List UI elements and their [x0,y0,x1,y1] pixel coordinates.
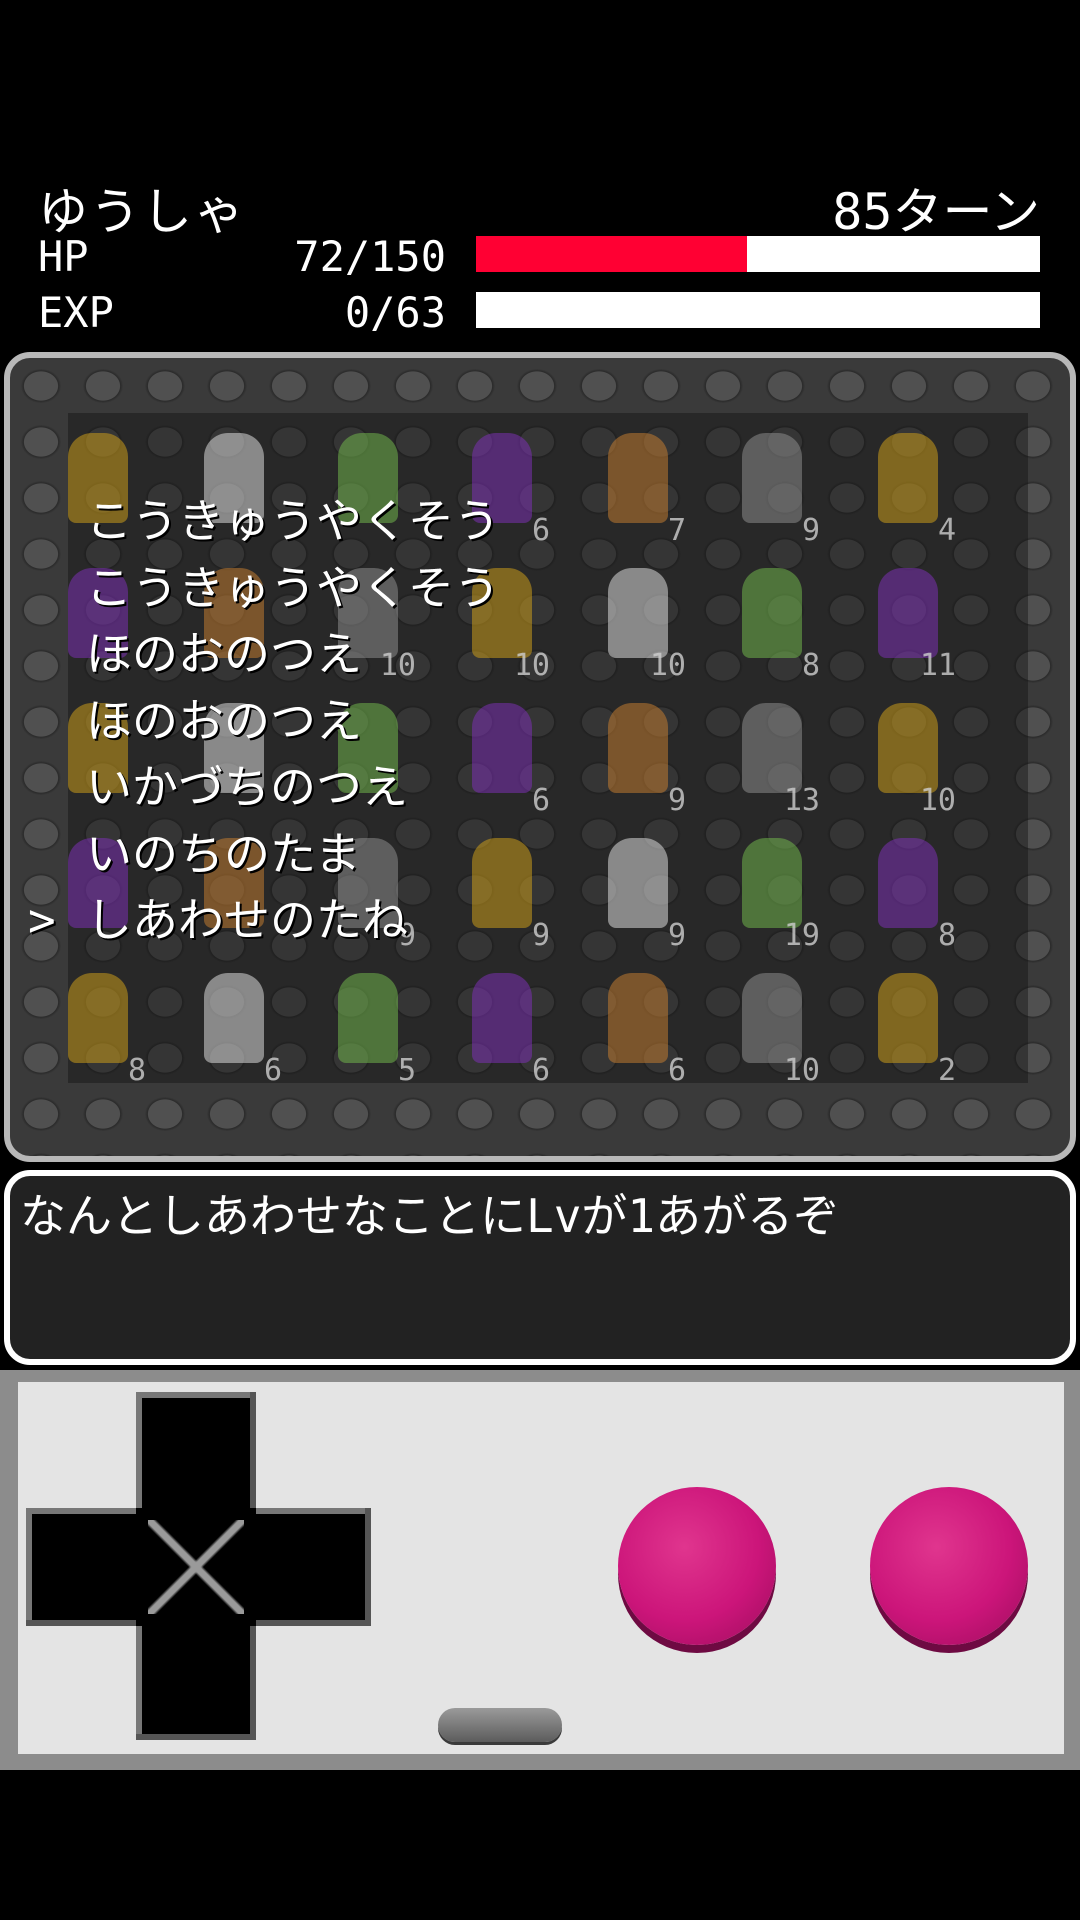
menu-item-label: いのちのたま [86,826,361,881]
monster-body-icon [68,973,128,1063]
dpad-center-cross-icon [148,1520,244,1614]
monster-level: 10 [513,648,550,683]
monster-level: 9 [531,918,550,953]
exp-bar [476,292,1040,328]
monster-level: 6 [531,783,550,818]
menu-item-label: ほのおのつえ [86,693,362,748]
monster-body-icon [338,973,398,1063]
monster-level: 8 [801,648,820,683]
monster-sprite: 5 [308,958,428,1088]
monster-sprite: 6 [174,958,294,1088]
monster-sprite: 10 [848,688,968,818]
exp-label: EXP [38,288,114,337]
monster-body-icon [878,433,938,523]
a-button[interactable] [870,1487,1028,1645]
monster-sprite: 6 [578,958,698,1088]
monster-level: 8 [127,1053,146,1088]
monster-level: 5 [397,1053,416,1088]
monster-level: 6 [531,513,550,548]
hp-bar [476,236,1040,272]
menu-item-label: こうきゅうやくそう [86,560,500,615]
monster-body-icon [204,973,264,1063]
select-button[interactable] [438,1708,562,1742]
menu-item[interactable]: ほのおのつえ [28,621,500,688]
monster-body-icon [878,703,938,793]
menu-item-label: しあわせのたね [86,893,408,947]
b-button[interactable] [618,1487,776,1645]
monster-sprite: 8 [38,958,158,1088]
monster-level: 6 [531,1053,550,1088]
monster-sprite: 7 [578,418,698,548]
monster-body-icon [878,838,938,928]
menu-item[interactable]: ほのおのつえ [28,688,500,755]
monster-level: 8 [937,918,956,953]
monster-body-icon [742,838,802,928]
monster-sprite: 10 [712,958,832,1088]
status-panel: ゆうしゃ 85ターン HP 72/150 EXP 0/63 [0,160,1080,350]
monster-body-icon [742,973,802,1063]
hp-value: 72/150 [294,232,446,281]
turn-counter: 85ターン [832,183,1040,241]
monster-body-icon [608,703,668,793]
monster-level: 9 [801,513,820,548]
menu-item-label: ほのおのつえ [86,627,362,681]
monster-sprite: 10 [578,553,698,683]
monster-level: 9 [667,783,686,818]
hp-bar-fill [476,236,747,272]
menu-item[interactable]: > しあわせのたね [28,887,500,954]
monster-sprite: 4 [848,418,968,548]
monster-level: 9 [667,918,686,953]
monster-sprite: 9 [578,823,698,953]
monster-body-icon [608,838,668,928]
monster-level: 11 [919,648,956,683]
exp-value: 0/63 [344,288,446,337]
monster-body-icon [472,973,532,1063]
monster-level: 7 [667,513,686,548]
menu-item-label: こうきゅうやくそう [86,494,500,548]
message-text: なんとしあわせなことにLvが1あがるぞ [20,1189,840,1243]
monster-sprite: 8 [848,823,968,953]
monster-level: 6 [263,1053,282,1088]
cursor-icon: > [28,893,56,947]
monster-sprite: 11 [848,553,968,683]
monster-body-icon [608,568,668,658]
monster-body-icon [608,973,668,1063]
monster-body-icon [878,973,938,1063]
monster-sprite: 9 [578,688,698,818]
monster-sprite: 2 [848,958,968,1088]
monster-body-icon [742,703,802,793]
monster-level: 19 [783,918,820,953]
menu-item-label: いかづちのつえ [86,760,408,814]
monster-level: 6 [667,1053,686,1088]
monster-body-icon [742,433,802,523]
menu-item[interactable]: こうきゅうやくそう [28,555,500,622]
monster-sprite: 19 [712,823,832,953]
monster-sprite: 13 [712,688,832,818]
menu-item[interactable]: いのちのたま [28,821,500,888]
monster-level: 2 [937,1053,956,1088]
monster-level: 10 [649,648,686,683]
inventory-menu: こうきゅうやくそう こうきゅうやくそう ほのおのつえ ほのおのつえ いかづちのつえ いのち… [28,488,500,954]
monster-sprite: 8 [712,553,832,683]
monster-body-icon [608,433,668,523]
menu-item[interactable]: こうきゅうやくそう [28,488,500,555]
monster-level: 13 [783,783,820,818]
monster-level: 10 [919,783,956,818]
menu-item[interactable]: いかづちのつえ [28,754,500,821]
monster-sprite: 6 [442,958,562,1088]
message-window: なんとしあわせなことにLvが1あがるぞ [4,1170,1076,1365]
monster-sprite: 9 [712,418,832,548]
monster-body-icon [878,568,938,658]
hp-label: HP [38,232,89,281]
monster-body-icon [742,568,802,658]
monster-level: 4 [937,513,956,548]
monster-level: 10 [783,1053,820,1088]
